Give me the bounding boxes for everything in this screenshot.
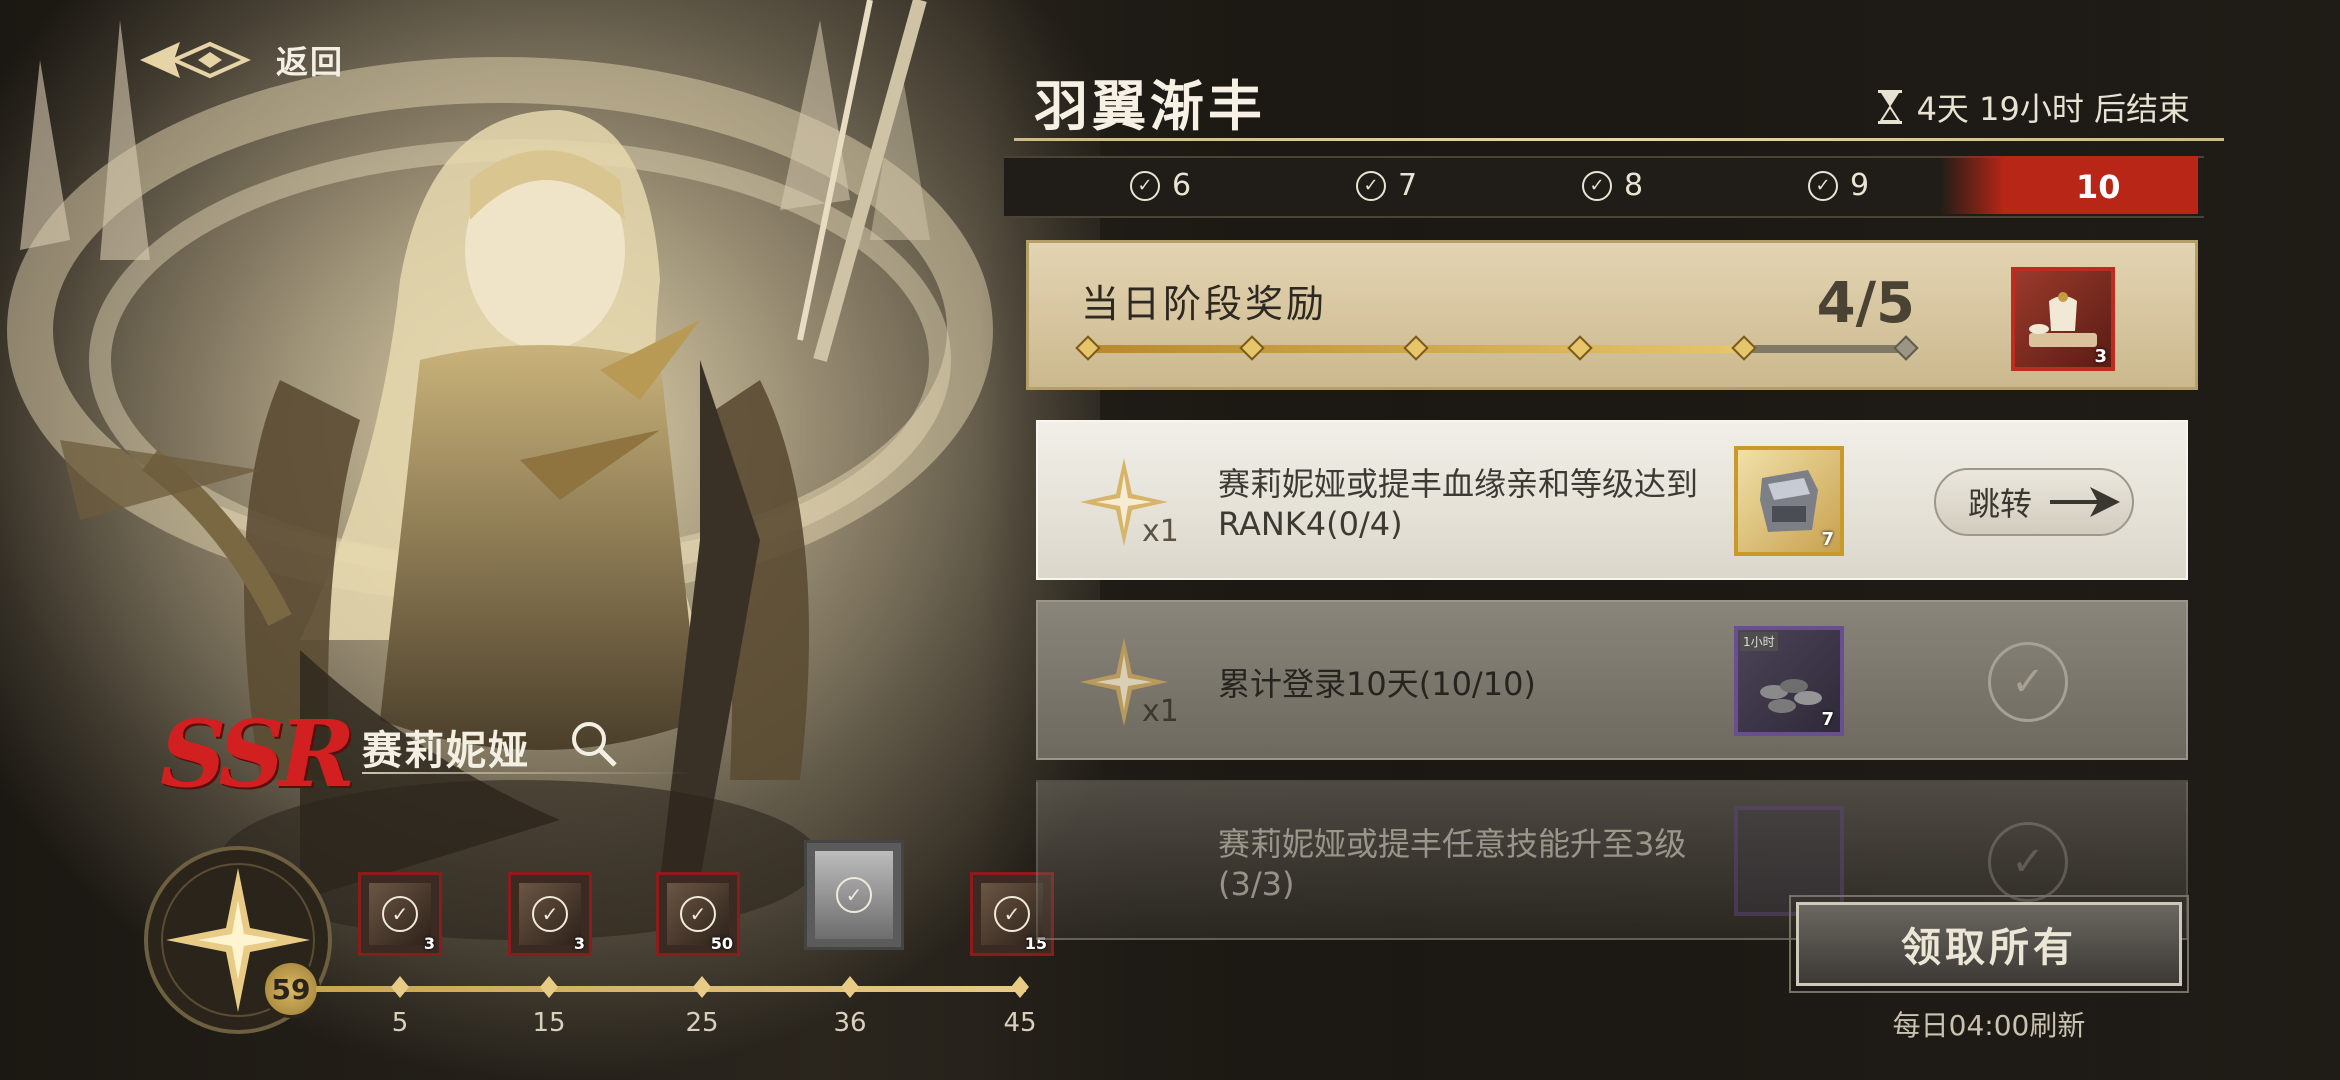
milestone-reward[interactable]: ✓ 50 <box>656 872 740 956</box>
claim-all-button[interactable]: 领取所有 <box>1789 895 2189 993</box>
back-label: 返回 <box>276 43 345 81</box>
quest-multiplier: x1 <box>1142 514 1179 549</box>
check-icon: ✓ <box>382 896 418 932</box>
quest-row: x1 累计登录10天(10/10) 1小时 7 ✓ <box>1036 600 2188 760</box>
active-day-number: 10 <box>2076 168 2121 206</box>
milestone-node: 15 <box>517 960 581 1038</box>
magnifier-icon[interactable] <box>565 715 621 771</box>
day-number: 7 <box>1398 168 1418 203</box>
milestone-label: 36 <box>833 1008 867 1038</box>
character-name: 赛莉妮娅 <box>362 728 530 774</box>
milestone-node: 25 <box>670 960 734 1038</box>
stage-title: 当日阶段奖励 <box>1081 282 1328 326</box>
check-icon: ✓ <box>1582 170 1612 201</box>
check-icon: ✓ <box>836 877 872 913</box>
day-tab[interactable]: ✓ 9 <box>1808 168 1869 203</box>
daily-stage-reward: 当日阶段奖励 4/5 3 <box>1026 240 2198 390</box>
milestone-node: 5 <box>368 960 432 1038</box>
check-icon: ✓ <box>1808 170 1838 201</box>
completed-check-icon: ✓ <box>1988 822 2068 902</box>
reward-qty: 3 <box>423 934 435 953</box>
quest-reward-item[interactable]: 7 <box>1734 446 1844 556</box>
reward-duration-tag: 1小时 <box>1740 632 1778 651</box>
stage-node <box>1239 335 1265 361</box>
quest-multiplier: x1 <box>1142 694 1179 729</box>
milestone-node: 36 <box>818 960 882 1038</box>
day-number: 8 <box>1624 168 1644 203</box>
refresh-note: 每日04:00刷新 <box>1892 1009 2086 1042</box>
quest-reward-item[interactable] <box>1734 806 1844 916</box>
rarity-badge: SSR <box>160 700 355 808</box>
milestone-label: 5 <box>391 1008 409 1038</box>
reward-qty: 50 <box>710 934 733 953</box>
check-icon: ✓ <box>994 896 1030 932</box>
name-underline <box>362 772 692 774</box>
stage-progress-bar <box>1085 345 1905 353</box>
milestone-label: 15 <box>532 1008 566 1038</box>
stage-reward-item[interactable]: 3 <box>2011 267 2115 371</box>
arrow-right-icon <box>2050 487 2121 517</box>
day-tab-active[interactable] <box>1940 156 2198 214</box>
reward-qty: 7 <box>1821 709 1834 730</box>
milestone-reward[interactable]: ✓ 3 <box>358 872 442 956</box>
reward-qty: 3 <box>573 934 585 953</box>
reward-qty: 7 <box>1821 529 1834 550</box>
back-arrow-icon <box>140 41 251 79</box>
day-tab[interactable]: ✓ 6 <box>1130 168 1191 203</box>
day-tab[interactable]: ✓ 7 <box>1356 168 1417 203</box>
back-button[interactable]: 返回 <box>140 30 344 90</box>
milestone-reward[interactable]: ✓ 3 <box>508 872 592 956</box>
stage-node <box>1731 335 1757 361</box>
quest-row: x1 赛莉妮娅或提丰血缘亲和等级达到RANK4(0/4) 7 跳转 <box>1036 420 2188 580</box>
quest-reward-item[interactable]: 1小时 7 <box>1734 626 1844 736</box>
check-icon: ✓ <box>532 896 568 932</box>
stage-count: 4/5 <box>1816 271 1915 336</box>
title-divider <box>1014 138 2224 141</box>
stage-node <box>1403 335 1429 361</box>
hourglass-icon <box>1877 90 1902 124</box>
stage-node <box>1567 335 1593 361</box>
check-icon: ✓ <box>1130 170 1160 201</box>
event-title: 羽翼渐丰 <box>1034 74 1266 138</box>
goto-button[interactable]: 跳转 <box>1934 468 2134 536</box>
reward-qty: 3 <box>2094 346 2107 367</box>
milestone-label: 45 <box>1003 1008 1037 1038</box>
event-timer: 4天 19小时 后结束 <box>1877 84 2190 130</box>
check-icon: ✓ <box>680 896 716 932</box>
quest-text: 赛莉妮娅或提丰任意技能升至3级(3/3) <box>1218 825 1687 903</box>
milestone-label: 25 <box>685 1008 719 1038</box>
goto-label: 跳转 <box>1968 485 2033 523</box>
quest-text: 累计登录10天(10/10) <box>1218 665 1536 703</box>
check-icon: ✓ <box>1356 170 1386 201</box>
milestone-reward-portrait[interactable]: ✓ <box>804 840 904 950</box>
stage-node <box>1075 335 1101 361</box>
completed-check-icon: ✓ <box>1988 642 2068 722</box>
day-number: 6 <box>1172 168 1192 203</box>
stage-node <box>1893 335 1919 361</box>
quest-text: 赛莉妮娅或提丰血缘亲和等级达到RANK4(0/4) <box>1218 465 1699 543</box>
timer-text: 4天 19小时 后结束 <box>1916 90 2190 128</box>
milestone-node: 45 <box>988 960 1052 1038</box>
level-badge: 59 <box>262 960 320 1018</box>
day-number: 9 <box>1850 168 1870 203</box>
day-tab[interactable]: ✓ 8 <box>1582 168 1643 203</box>
